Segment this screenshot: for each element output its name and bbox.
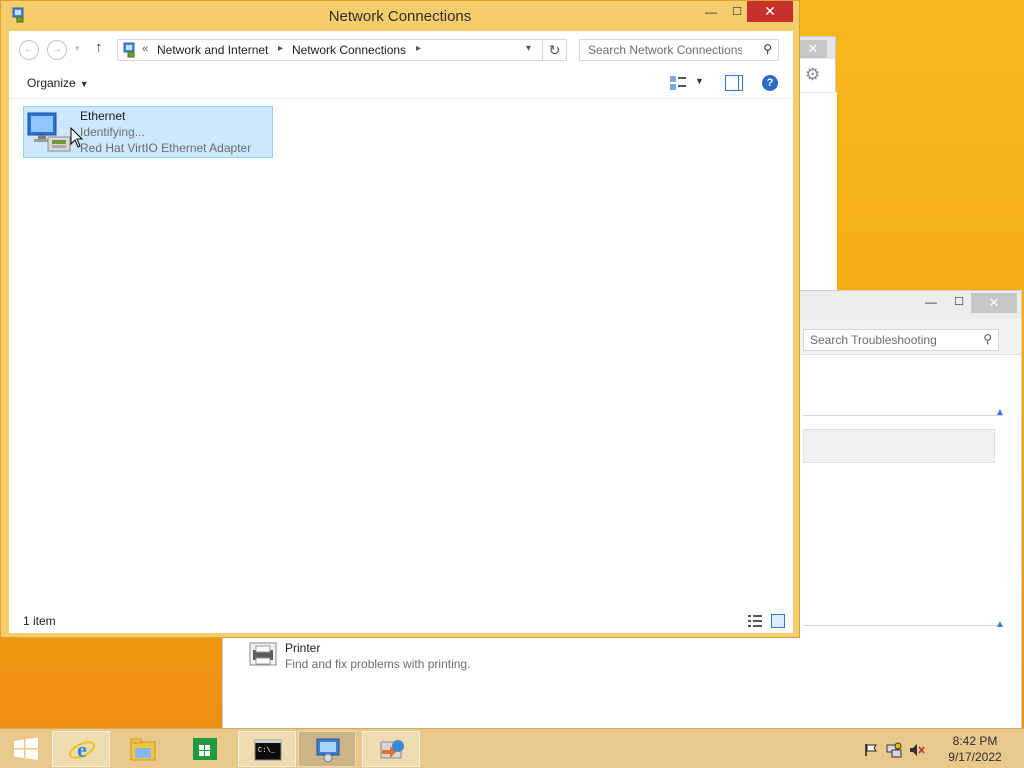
large-icons-view-icon[interactable] (771, 614, 785, 628)
window-title: Network Connections (328, 8, 472, 25)
printer-icon (249, 642, 277, 666)
network-connections-window[interactable]: Network Connections — ☐ ✕ ← → ▾ ↑ « Netw… (0, 0, 800, 638)
connection-status: Identifying... (80, 125, 145, 139)
maximize-icon[interactable]: ☐ (725, 5, 749, 23)
back-arrow-icon[interactable]: ← (19, 40, 39, 60)
taskbar-control-panel[interactable] (298, 731, 356, 767)
troubleshooting-search-placeholder: Search Troubleshooting (810, 333, 937, 347)
close-icon[interactable]: ✕ (747, 1, 793, 22)
collapse-up-icon[interactable]: ▲ (995, 619, 1005, 630)
address-bar[interactable]: « Network and Internet ▸ Network Connect… (117, 39, 543, 61)
preview-pane-icon[interactable] (725, 75, 743, 91)
window-titlebar[interactable]: Network Connections — ☐ ✕ (1, 1, 799, 31)
remote-desktop-icon (380, 740, 404, 759)
search-icon[interactable]: ⚲ (763, 42, 772, 56)
connection-name: Ethernet (80, 109, 126, 123)
internet-explorer-icon: e (68, 737, 96, 762)
clock-time[interactable]: 8:42 PM (940, 734, 1010, 748)
breadcrumb-overflow[interactable]: « (142, 43, 148, 55)
start-button[interactable] (4, 731, 44, 767)
troubleshooting-close-icon[interactable]: ✕ (971, 293, 1017, 313)
chevron-down-icon: ▼ (79, 79, 89, 89)
breadcrumb-separator-icon[interactable]: ▸ (416, 43, 421, 54)
window-client-area: ← → ▾ ↑ « Network and Internet ▸ Network… (9, 31, 793, 633)
svg-text:C:\_: C:\_ (258, 747, 276, 755)
list-item[interactable]: Ethernet Identifying... Red Hat VirtIO E… (23, 106, 273, 158)
clock-date[interactable]: 9/17/2022 (940, 750, 1010, 764)
refresh-icon[interactable]: ↻ (543, 39, 567, 61)
help-icon[interactable]: ? (762, 75, 778, 91)
collapse-up-icon[interactable]: ▲ (995, 407, 1005, 418)
item-count: 1 item (23, 614, 56, 628)
organize-button[interactable]: Organize ▼ (27, 76, 89, 90)
search-box[interactable]: ⚲ (579, 39, 779, 61)
troubleshooting-maximize-icon[interactable]: ☐ (951, 295, 967, 311)
action-center-flag-icon[interactable] (864, 743, 878, 757)
breadcrumb-network-connections[interactable]: Network Connections (292, 43, 406, 57)
breadcrumb-separator-icon[interactable]: ▸ (278, 43, 283, 54)
connection-device: Red Hat VirtIO Ethernet Adapter (80, 141, 252, 155)
troubleshooting-panel[interactable] (803, 429, 995, 463)
command-prompt-icon: C:\_ (254, 739, 282, 761)
store-icon (193, 738, 217, 760)
background-close-icon[interactable]: ✕ (799, 40, 827, 58)
network-status-icon[interactable] (886, 742, 902, 758)
printer-title[interactable]: Printer (285, 641, 320, 655)
view-options-chevron-icon[interactable]: ▼ (695, 76, 704, 86)
ethernet-adapter-icon (27, 112, 71, 152)
taskbar-remote-desktop[interactable] (362, 731, 420, 767)
control-panel-icon (123, 42, 135, 58)
status-bar: 1 item (9, 607, 793, 633)
control-panel-icon (316, 738, 340, 763)
details-view-icon[interactable] (747, 614, 763, 628)
navigation-bar: ← → ▾ ↑ « Network and Internet ▸ Network… (9, 31, 793, 67)
troubleshooting-minimize-icon[interactable]: — (923, 295, 939, 311)
search-icon[interactable]: ⚲ (983, 332, 992, 346)
gear-icon[interactable]: ⚙ (805, 65, 820, 85)
recent-locations-chevron-icon[interactable]: ▾ (75, 43, 80, 54)
breadcrumb-network-and-internet[interactable]: Network and Internet (157, 43, 268, 57)
forward-arrow-icon[interactable]: → (47, 40, 67, 60)
start-icon (14, 737, 38, 760)
minimize-icon[interactable]: — (699, 5, 723, 23)
taskbar-file-explorer[interactable] (114, 731, 172, 767)
section-divider (803, 625, 1003, 626)
mouse-cursor-icon (70, 127, 84, 148)
volume-muted-icon[interactable] (908, 742, 926, 758)
command-bar: Organize ▼ ▼ ? (9, 67, 793, 99)
taskbar-command-prompt[interactable]: C:\_ (238, 731, 296, 767)
taskbar: e C:\_ 8:42 PM 9/17/2022 (0, 728, 1024, 768)
section-divider (803, 415, 1003, 416)
address-dropdown-icon[interactable]: ▾ (526, 43, 531, 54)
svg-text:e: e (77, 737, 87, 762)
change-view-icon[interactable] (669, 75, 687, 91)
search-input[interactable] (580, 40, 750, 60)
up-arrow-icon[interactable]: ↑ (95, 39, 103, 56)
printer-description: Find and fix problems with printing. (285, 657, 471, 671)
organize-label: Organize (27, 76, 76, 90)
system-tray: 8:42 PM 9/17/2022 (856, 731, 1016, 767)
taskbar-store[interactable] (176, 731, 234, 767)
taskbar-internet-explorer[interactable]: e (52, 731, 110, 767)
connections-list: Ethernet Identifying... Red Hat VirtIO E… (9, 99, 793, 607)
troubleshooting-search-input[interactable]: Search Troubleshooting ⚲ (803, 329, 999, 351)
file-explorer-icon (130, 738, 156, 761)
troubleshooter-printer[interactable]: Printer Find and fix problems with print… (247, 641, 647, 677)
